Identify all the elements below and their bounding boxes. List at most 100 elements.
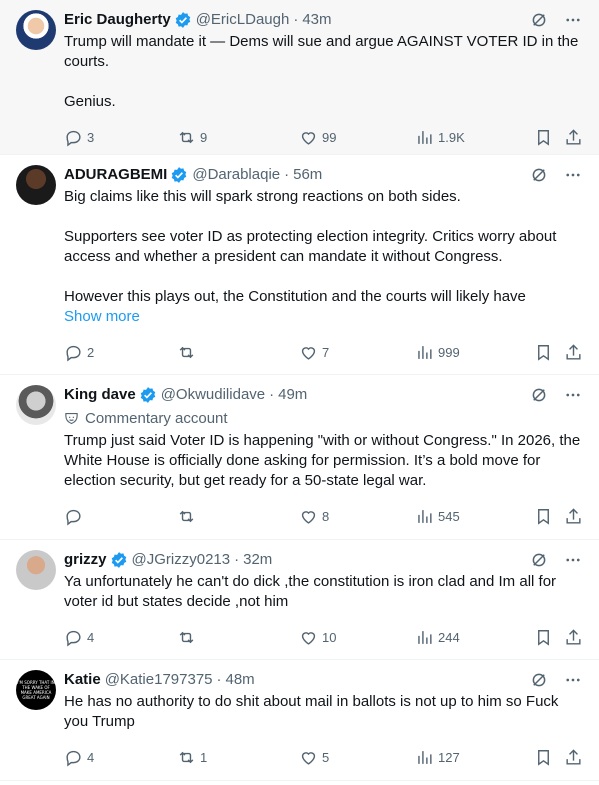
like-icon (301, 131, 316, 145)
like-icon (301, 631, 316, 645)
avatar[interactable] (16, 385, 56, 425)
reply-button[interactable]: 2 (64, 341, 94, 363)
author-name[interactable]: ADURAGBEMI (64, 165, 167, 185)
tweet[interactable]: I'M SORRY THAT IN THE WAKE OF MAKE AMERI… (0, 660, 599, 781)
timestamp[interactable]: 49m (278, 385, 307, 405)
separator-dot: · (216, 671, 222, 688)
tweet-actions: 2 7 999 (64, 333, 583, 371)
show-more-link[interactable]: Show more (64, 307, 583, 327)
verified-badge-icon (139, 386, 157, 404)
views-icon (418, 345, 432, 359)
repost-button[interactable]: 9 (177, 126, 207, 148)
reply-button[interactable]: 4 (64, 746, 94, 768)
more-icon[interactable] (563, 165, 583, 185)
views-count: 1.9K (438, 129, 465, 145)
bookmark-button[interactable] (534, 126, 553, 148)
author-name[interactable]: King dave (64, 385, 136, 405)
reply-button[interactable]: 3 (64, 126, 94, 148)
author-name[interactable]: Katie (64, 670, 101, 690)
bookmark-icon (538, 344, 549, 361)
separator-dot: · (269, 386, 275, 403)
separator-dot: · (293, 11, 299, 28)
repost-icon (179, 346, 194, 358)
avatar[interactable]: I'M SORRY THAT IN THE WAKE OF MAKE AMERI… (16, 670, 56, 710)
views-icon (418, 750, 432, 764)
bookmark-button[interactable] (534, 746, 553, 768)
more-icon[interactable] (563, 670, 583, 690)
avatar[interactable] (16, 165, 56, 205)
views-button[interactable]: 1.9K (415, 126, 465, 148)
repost-button[interactable] (177, 341, 200, 363)
author-handle[interactable]: @EricLDaugh (196, 10, 290, 30)
grok-icon[interactable] (529, 385, 549, 405)
share-icon (566, 507, 581, 524)
tweet[interactable]: ADURAGBEMI @Darablaqie · 56m Big claims … (0, 155, 599, 375)
tweet-header-actions (529, 670, 583, 690)
tweet-text: He has no authority to do shit about mai… (64, 693, 563, 730)
like-icon (301, 346, 316, 360)
commentary-text: Commentary account (85, 409, 228, 427)
reply-icon (66, 130, 81, 146)
views-count: 127 (438, 749, 460, 765)
grok-icon[interactable] (529, 10, 549, 30)
share-button[interactable] (564, 746, 583, 768)
repost-count: 9 (200, 129, 208, 145)
more-icon[interactable] (563, 550, 583, 570)
bookmark-icon (538, 508, 549, 525)
timestamp[interactable]: 48m (226, 670, 255, 690)
repost-button[interactable] (177, 505, 200, 527)
like-button[interactable]: 8 (299, 505, 329, 527)
author-handle[interactable]: @Okwudilidave (161, 385, 265, 405)
bookmark-button[interactable] (534, 341, 553, 363)
tweet[interactable]: King dave @Okwudilidave · 49m Commentary… (0, 375, 599, 540)
reply-button[interactable]: 4 (64, 626, 94, 648)
bookmark-button[interactable] (534, 505, 553, 527)
reply-button[interactable] (64, 505, 87, 527)
avatar[interactable] (16, 10, 56, 50)
author-handle[interactable]: @Katie1797375 (105, 670, 213, 690)
like-button[interactable]: 5 (299, 746, 329, 768)
more-icon[interactable] (563, 385, 583, 405)
share-button[interactable] (564, 505, 583, 527)
verified-badge-icon (174, 11, 192, 29)
repost-button[interactable]: 1 (177, 746, 207, 768)
bookmark-button[interactable] (534, 626, 553, 648)
author-handle[interactable]: @Darablaqie (192, 165, 280, 185)
grok-icon[interactable] (529, 670, 549, 690)
repost-icon (179, 751, 194, 763)
grok-icon[interactable] (529, 165, 549, 185)
tweet[interactable]: grizzy @JGrizzy0213 · 32m Ya unfortunate… (0, 540, 599, 660)
like-button[interactable]: 10 (299, 626, 336, 648)
repost-button[interactable] (177, 626, 200, 648)
timestamp[interactable]: 56m (293, 165, 322, 185)
like-button[interactable]: 7 (299, 341, 329, 363)
avatar[interactable] (16, 550, 56, 590)
author-name[interactable]: Eric Daugherty (64, 10, 171, 30)
more-icon[interactable] (563, 10, 583, 30)
timestamp[interactable]: 32m (243, 550, 272, 570)
author-handle[interactable]: @JGrizzy0213 (132, 550, 231, 570)
reply-count: 4 (87, 629, 95, 645)
views-button[interactable]: 999 (415, 341, 460, 363)
views-count: 999 (438, 344, 460, 360)
grok-icon[interactable] (529, 550, 549, 570)
verified-badge-icon (170, 166, 188, 184)
tweet-header: Eric Daugherty @EricLDaugh · 43m (64, 10, 583, 30)
share-button[interactable] (564, 126, 583, 148)
like-button[interactable]: 99 (299, 126, 336, 148)
tweet-actions: 4 10 244 (64, 618, 583, 656)
reply-count: 4 (87, 749, 95, 765)
author-name[interactable]: grizzy (64, 550, 107, 570)
views-button[interactable]: 127 (415, 746, 460, 768)
verified-badge-icon (110, 551, 128, 569)
reply-feed: Eric Daugherty @EricLDaugh · 43m Trump w… (0, 0, 599, 781)
tweet-text: Trump just said Voter ID is happening "w… (64, 432, 585, 489)
share-button[interactable] (564, 626, 583, 648)
like-icon (301, 751, 316, 765)
timestamp[interactable]: 43m (302, 10, 331, 30)
views-button[interactable]: 244 (415, 626, 460, 648)
views-button[interactable]: 545 (415, 505, 460, 527)
reply-icon (66, 630, 81, 646)
share-button[interactable] (564, 341, 583, 363)
tweet[interactable]: Eric Daugherty @EricLDaugh · 43m Trump w… (0, 0, 599, 155)
